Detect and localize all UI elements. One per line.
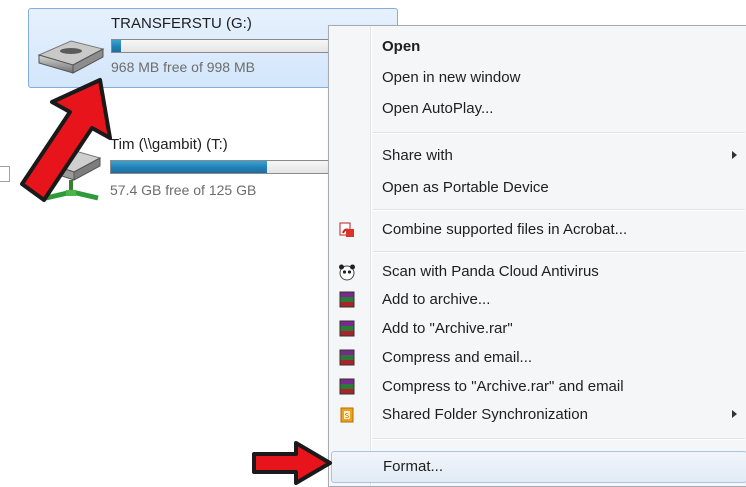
menu-item-open-autoplay[interactable]: Open AutoPlay... [331, 94, 746, 124]
winrar-icon [339, 291, 355, 308]
menu-separator [373, 132, 745, 134]
drive-title: Tim (\\gambit) (T:) [110, 136, 228, 153]
submenu-arrow-icon [732, 410, 737, 418]
menu-item-compress-email[interactable]: Compress and email... [331, 343, 746, 373]
svg-text:S: S [345, 412, 350, 420]
panda-icon [339, 264, 355, 281]
menu-item-format[interactable]: Format... [331, 451, 746, 483]
usb-drive-icon [37, 40, 105, 74]
menu-separator [373, 209, 745, 211]
winrar-icon [339, 320, 355, 337]
menu-item-open-new-window[interactable]: Open in new window [331, 63, 746, 93]
capacity-fill [111, 161, 267, 173]
acrobat-icon [339, 222, 354, 237]
menu-item-share-with[interactable]: Share with [331, 141, 746, 171]
menu-item-scan-panda[interactable]: Scan with Panda Cloud Antivirus [331, 257, 746, 287]
red-arrow-icon [20, 78, 112, 202]
drive-free-space: 57.4 GB free of 125 GB [110, 182, 257, 198]
checkbox[interactable] [0, 166, 10, 182]
winrar-icon [339, 378, 355, 395]
menu-item-add-to-archive[interactable]: Add to archive... [331, 285, 746, 315]
menu-item-shared-folder-sync[interactable]: S Shared Folder Synchronization [331, 400, 746, 430]
submenu-arrow-icon [732, 151, 737, 159]
drive-free-space: 968 MB free of 998 MB [111, 59, 255, 75]
capacity-fill [112, 40, 121, 52]
menu-item-combine-acrobat[interactable]: Combine supported files in Acrobat... [331, 215, 746, 245]
context-menu: Open Open in new window Open AutoPlay...… [328, 25, 746, 487]
menu-item-compress-rar-email[interactable]: Compress to "Archive.rar" and email [331, 372, 746, 402]
menu-separator [373, 251, 745, 253]
menu-separator [373, 438, 745, 440]
menu-item-open[interactable]: Open [331, 32, 746, 62]
menu-item-add-to-archive-rar[interactable]: Add to "Archive.rar" [331, 314, 746, 344]
red-arrow-icon [252, 441, 332, 485]
menu-item-open-portable-device[interactable]: Open as Portable Device [331, 173, 746, 203]
sync-folder-icon: S [340, 407, 354, 423]
winrar-icon [339, 349, 355, 366]
drive-title: TRANSFERSTU (G:) [111, 15, 252, 32]
